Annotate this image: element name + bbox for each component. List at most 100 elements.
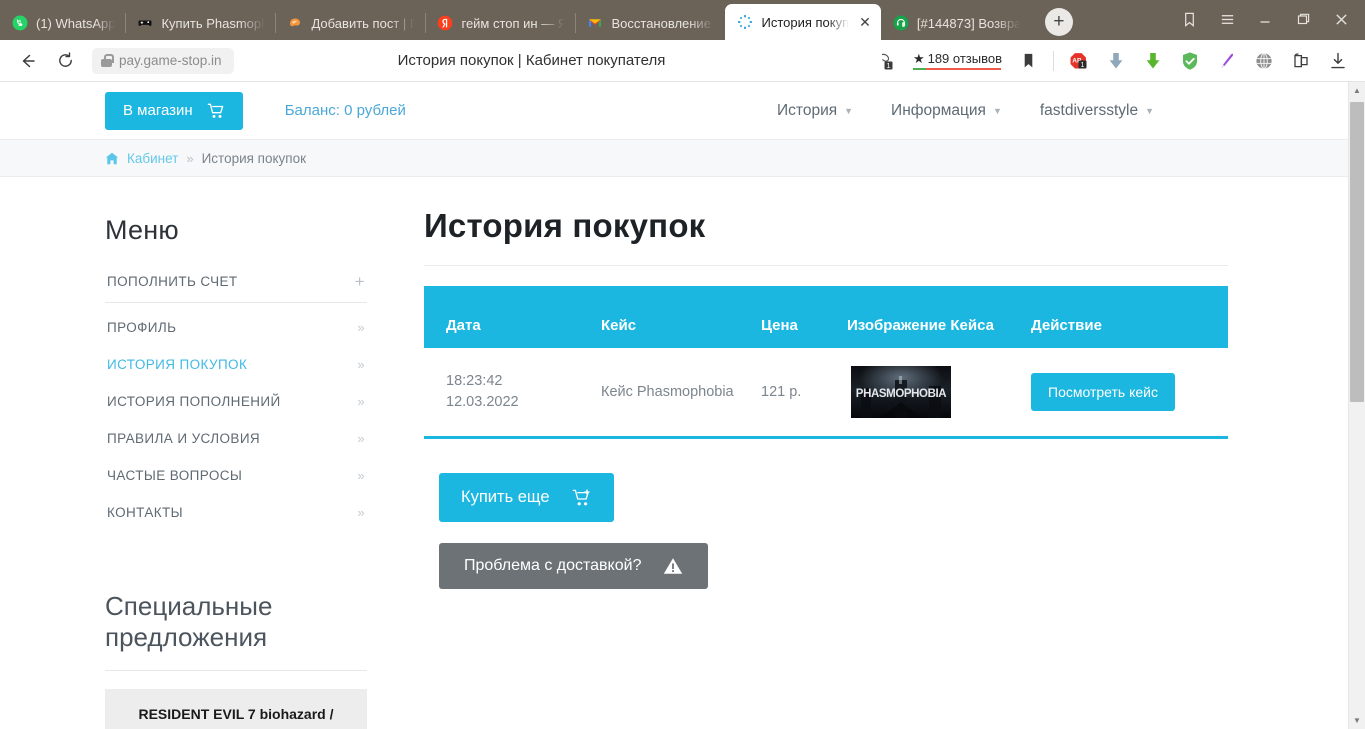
main-navigation: История ▼ Информация ▼ fastdiversstyle ▼ [777, 102, 1154, 120]
column-header-date: Дата [424, 286, 579, 348]
back-icon[interactable] [10, 46, 44, 76]
chevron-down-icon: ▼ [992, 105, 1002, 116]
sidebar-item-top-up[interactable]: Пополнить счет + [105, 263, 367, 300]
heading-divider [424, 265, 1228, 266]
sidebar-item-rules[interactable]: Правила и условия » [105, 420, 367, 457]
buy-more-button[interactable]: Купить еще [439, 473, 614, 522]
sidebar-divider [105, 302, 367, 303]
gamepad-icon [137, 15, 153, 31]
home-icon[interactable] [105, 152, 119, 165]
scrollbar-thumb[interactable] [1350, 102, 1364, 402]
close-window-button[interactable] [1323, 4, 1359, 34]
page-viewport: В магазин Баланс: 0 рублей История ▼ Инф… [0, 82, 1365, 729]
view-case-button[interactable]: Посмотреть кейс [1031, 373, 1175, 411]
tab-buy-phasmophobia[interactable]: Купить Phasmoph [125, 6, 275, 40]
tab-label: Купить Phasmoph [161, 15, 266, 31]
downloads-icon[interactable] [1321, 46, 1355, 76]
download-manager-icon[interactable] [1099, 46, 1133, 76]
case-thumbnail-phasmophobia[interactable]: PHASMOPHOBIA [851, 366, 951, 418]
sidebar-item-label: История пополнений [107, 394, 281, 409]
chevron-down-icon: ▼ [1145, 105, 1154, 116]
shop-button-label: В магазин [123, 102, 193, 119]
cell-action: Посмотреть кейс [1009, 348, 1228, 438]
tab-add-post[interactable]: Добавить пост | П [275, 6, 425, 40]
window-controls [1171, 4, 1365, 40]
sidebar-item-purchase-history[interactable]: История покупок » [105, 346, 367, 383]
column-header-price: Цена [739, 286, 829, 348]
scroll-down-icon[interactable]: ▼ [1349, 712, 1365, 729]
sidebar-divider-2 [105, 670, 367, 671]
table-row: 18:23:42 12.03.2022 Кейс Phasmophobia 12… [424, 348, 1228, 438]
browser-menu-icon[interactable] [1209, 4, 1245, 34]
cell-case-name: Кейс Phasmophobia [579, 348, 739, 438]
reload-icon[interactable] [48, 46, 82, 76]
video-downloader-icon[interactable] [1136, 46, 1170, 76]
bookmark-icon[interactable] [1011, 46, 1045, 76]
bookmark-panel-icon[interactable] [1171, 4, 1207, 34]
nav-item-information[interactable]: Информация ▼ [891, 102, 1002, 120]
chevron-right-icon: » [357, 357, 365, 372]
site-reviews-badge[interactable]: ★ 189 отзывов [907, 51, 1008, 71]
adblock-icon[interactable]: AB 1 [1062, 46, 1096, 76]
tab-ticket-144873[interactable]: [#144873] Возвра [881, 6, 1031, 40]
scroll-up-icon[interactable]: ▲ [1349, 82, 1365, 99]
adguard-icon[interactable] [1173, 46, 1207, 76]
breadcrumb-separator: » [186, 150, 194, 166]
tab-label: (1) WhatsApp [36, 15, 116, 31]
sidebar-heading: Меню [105, 215, 179, 245]
reviews-rating-bar [913, 67, 1002, 71]
column-header-case: Кейс [579, 286, 739, 348]
promo-card-resident-evil[interactable]: RESIDENT EVIL 7 biohazard / BIOHAZARD 7 … [105, 689, 367, 729]
cart-icon [207, 103, 225, 119]
purchase-date: 12.03.2022 [446, 394, 519, 410]
lock-icon [101, 54, 114, 67]
column-header-case-image: Изображение Кейса [829, 286, 1009, 348]
sidebar-item-label: Профиль [107, 320, 177, 335]
breadcrumb-link-cabinet[interactable]: Кабинет [127, 151, 178, 166]
main-heading: История покупок [424, 207, 706, 244]
close-icon[interactable]: ✕ [859, 15, 871, 29]
buy-more-label: Купить еще [461, 488, 550, 506]
nav-item-account[interactable]: fastdiversstyle ▼ [1040, 102, 1154, 120]
page-scrollbar[interactable]: ▲ ▼ [1348, 82, 1365, 729]
sidebar-item-profile[interactable]: Профиль » [105, 309, 367, 346]
minimize-button[interactable] [1247, 4, 1283, 34]
browser-window: 1 (1) WhatsApp Купить Phasmoph Добавить … [0, 0, 1365, 729]
nav-label: История [777, 101, 838, 119]
yandex-icon [437, 15, 453, 31]
star-icon: ★ [912, 50, 925, 66]
action-buttons: Купить еще Проблема с доставкой? [424, 473, 1228, 589]
window-split-icon[interactable] [1284, 46, 1318, 76]
sidebar: Меню Пополнить счет + Профиль » История [105, 177, 367, 729]
delivery-problem-button[interactable]: Проблема с доставкой? [439, 543, 709, 589]
breadcrumb-current: История покупок [201, 150, 307, 166]
sidebar-item-faq[interactable]: Частые вопросы » [105, 457, 367, 494]
sidebar-item-contacts[interactable]: Контакты » [105, 494, 367, 531]
new-tab-button[interactable]: + [1044, 8, 1073, 36]
tab-label: [#144873] Возвра [916, 15, 1021, 31]
tab-whatsapp[interactable]: 1 (1) WhatsApp [0, 6, 125, 40]
delivery-problem-label: Проблема с доставкой? [464, 557, 642, 574]
chevron-right-icon: » [357, 431, 365, 446]
shield-counter-icon[interactable]: 1 [870, 46, 904, 76]
address-bar-url: pay.game-stop.in [119, 53, 222, 68]
sidebar-item-topup-history[interactable]: История пополнений » [105, 383, 367, 420]
lightshot-icon[interactable] [1210, 46, 1244, 76]
globe-translate-icon[interactable] [1247, 46, 1281, 76]
tab-yandex-search[interactable]: гейм стоп ин — Я [425, 6, 575, 40]
svg-text:PHASMOPHOBIA: PHASMOPHOBIA [856, 388, 946, 400]
nav-label: Информация [891, 101, 986, 119]
cell-price: 121 р. [739, 348, 829, 438]
tab-recovery[interactable]: Восстановление п [575, 6, 725, 40]
whatsapp-icon: 1 [12, 15, 28, 31]
address-bar[interactable]: pay.game-stop.in [92, 47, 234, 74]
tab-purchase-history[interactable]: История покуп ✕ [725, 4, 881, 40]
browser-toolbar: pay.game-stop.in История покупок | Кабин… [0, 40, 1365, 82]
tab-label: гейм стоп ин — Я [461, 15, 566, 31]
maximize-button[interactable] [1285, 4, 1321, 34]
nav-item-history[interactable]: История ▼ [777, 102, 853, 120]
headset-icon [893, 15, 909, 31]
page-title: История покупок | Кабинет покупателя [397, 52, 666, 69]
go-to-shop-button[interactable]: В магазин [105, 91, 243, 130]
loading-icon [737, 14, 753, 30]
